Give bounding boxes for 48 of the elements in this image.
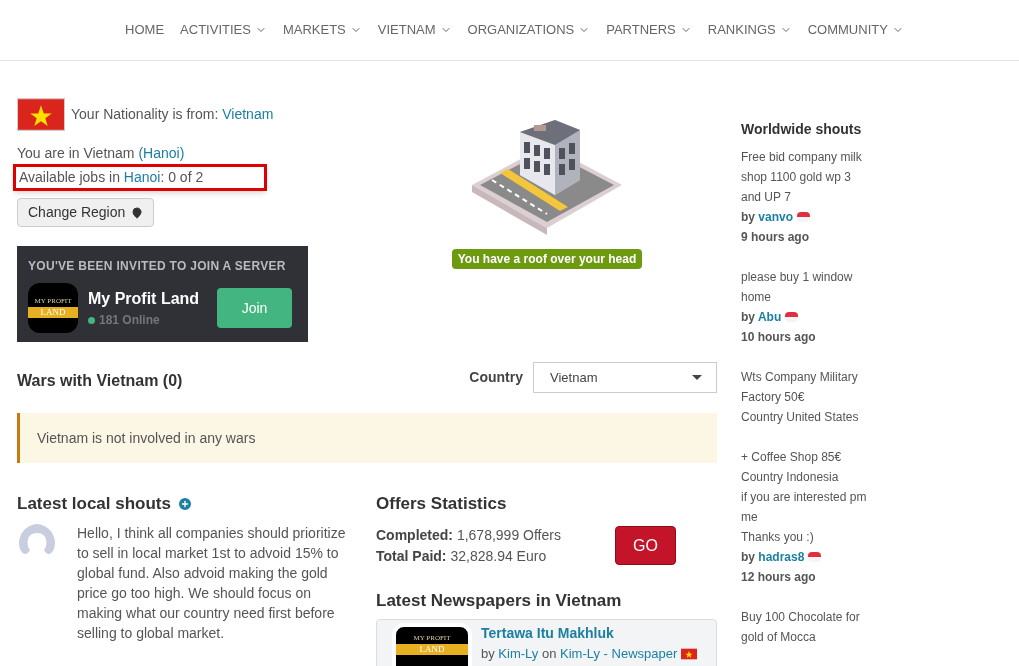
local-shouts-heading: Latest local shouts xyxy=(17,493,171,515)
shout-text: Buy 100 Chocolate for gold of Mocca xyxy=(741,609,861,646)
nav-item[interactable]: COMMUNITY xyxy=(807,20,904,40)
shout-time: 12 hours ago xyxy=(741,569,817,586)
shout-time: 9 hours ago xyxy=(741,229,810,246)
country-link[interactable]: Vietnam xyxy=(222,106,274,122)
jobs-text: Available jobs in Hanoi: 0 of 2 xyxy=(13,164,267,191)
country-label: Country xyxy=(469,368,523,387)
shout-author: by hadras8 xyxy=(741,549,805,566)
nav-item[interactable]: RANKINGS xyxy=(707,20,792,40)
shout-author: by vanvo xyxy=(741,209,794,226)
article-title[interactable]: Tertawa Itu Makhluk xyxy=(481,623,698,644)
shout-text: Wts Company Military Factory 50€ Country United States + Coffee Shop 85€ Country Indonesia if you are interested pm me Thanks you :) xyxy=(741,369,868,546)
country-select[interactable]: Vietnam xyxy=(533,362,717,393)
nav-item[interactable]: HOME xyxy=(125,20,165,40)
nationality-text: Your Nationality is from: Vietnam xyxy=(71,105,274,124)
nav-item[interactable]: VIETNAM xyxy=(377,20,452,40)
housing-badge: You have a roof over your head xyxy=(451,249,643,269)
shout-text: Hello, I think all companies should prioritize to sell in local market 1st to advoid 15% to global fund. Also advoid making the gold price go too high. We should focus on making what our country need first before selling to global market. xyxy=(77,523,347,643)
notice-alert: Vietnam is not involved in any wars xyxy=(17,413,717,463)
flag-icon xyxy=(808,552,822,562)
offers-heading: Offers Statistics xyxy=(376,493,508,515)
add-icon[interactable] xyxy=(177,495,193,512)
byline-text: by Kim-Ly on Kim-Ly - Newspaper xyxy=(481,645,678,663)
worldwide-shouts-heading: Worldwide shouts xyxy=(741,120,863,139)
location-text: You are in Vietnam (Hanoi) xyxy=(17,145,185,161)
invite-heading: YOU'VE BEEN INVITED TO JOIN A SERVER xyxy=(28,258,287,275)
nav-item[interactable]: PARTNERS xyxy=(606,20,692,40)
paid-text: Total Paid: 32,828.94 Euro xyxy=(376,546,548,566)
newspapers-heading: Latest Newspapers in Vietnam xyxy=(376,589,623,612)
completed-text: Completed: 1,678,999 Offers xyxy=(376,525,562,545)
server-name: My Profit Land xyxy=(88,289,201,309)
flag-icon xyxy=(785,312,799,322)
flag-icon xyxy=(17,98,65,131)
go-button[interactable]: GO xyxy=(615,526,676,565)
flag-icon xyxy=(681,647,698,660)
nav-item[interactable]: MARKETS xyxy=(282,20,362,40)
map-pin-icon xyxy=(131,206,144,219)
nav-item[interactable]: ORGANIZATIONS xyxy=(467,20,591,40)
region-link[interactable]: (Hanoi) xyxy=(138,145,185,161)
wars-heading: Wars with Vietnam (0) xyxy=(17,370,183,391)
nav-item[interactable]: ACTIVITIES xyxy=(180,20,267,40)
caret-icon xyxy=(692,375,702,380)
change-region-button[interactable]: Change Region xyxy=(17,198,155,227)
online-count: 181 Online xyxy=(99,312,160,329)
shout-time: 10 hours ago xyxy=(741,329,817,346)
flag-icon xyxy=(797,212,811,222)
shout-author: by Abu xyxy=(741,309,782,326)
